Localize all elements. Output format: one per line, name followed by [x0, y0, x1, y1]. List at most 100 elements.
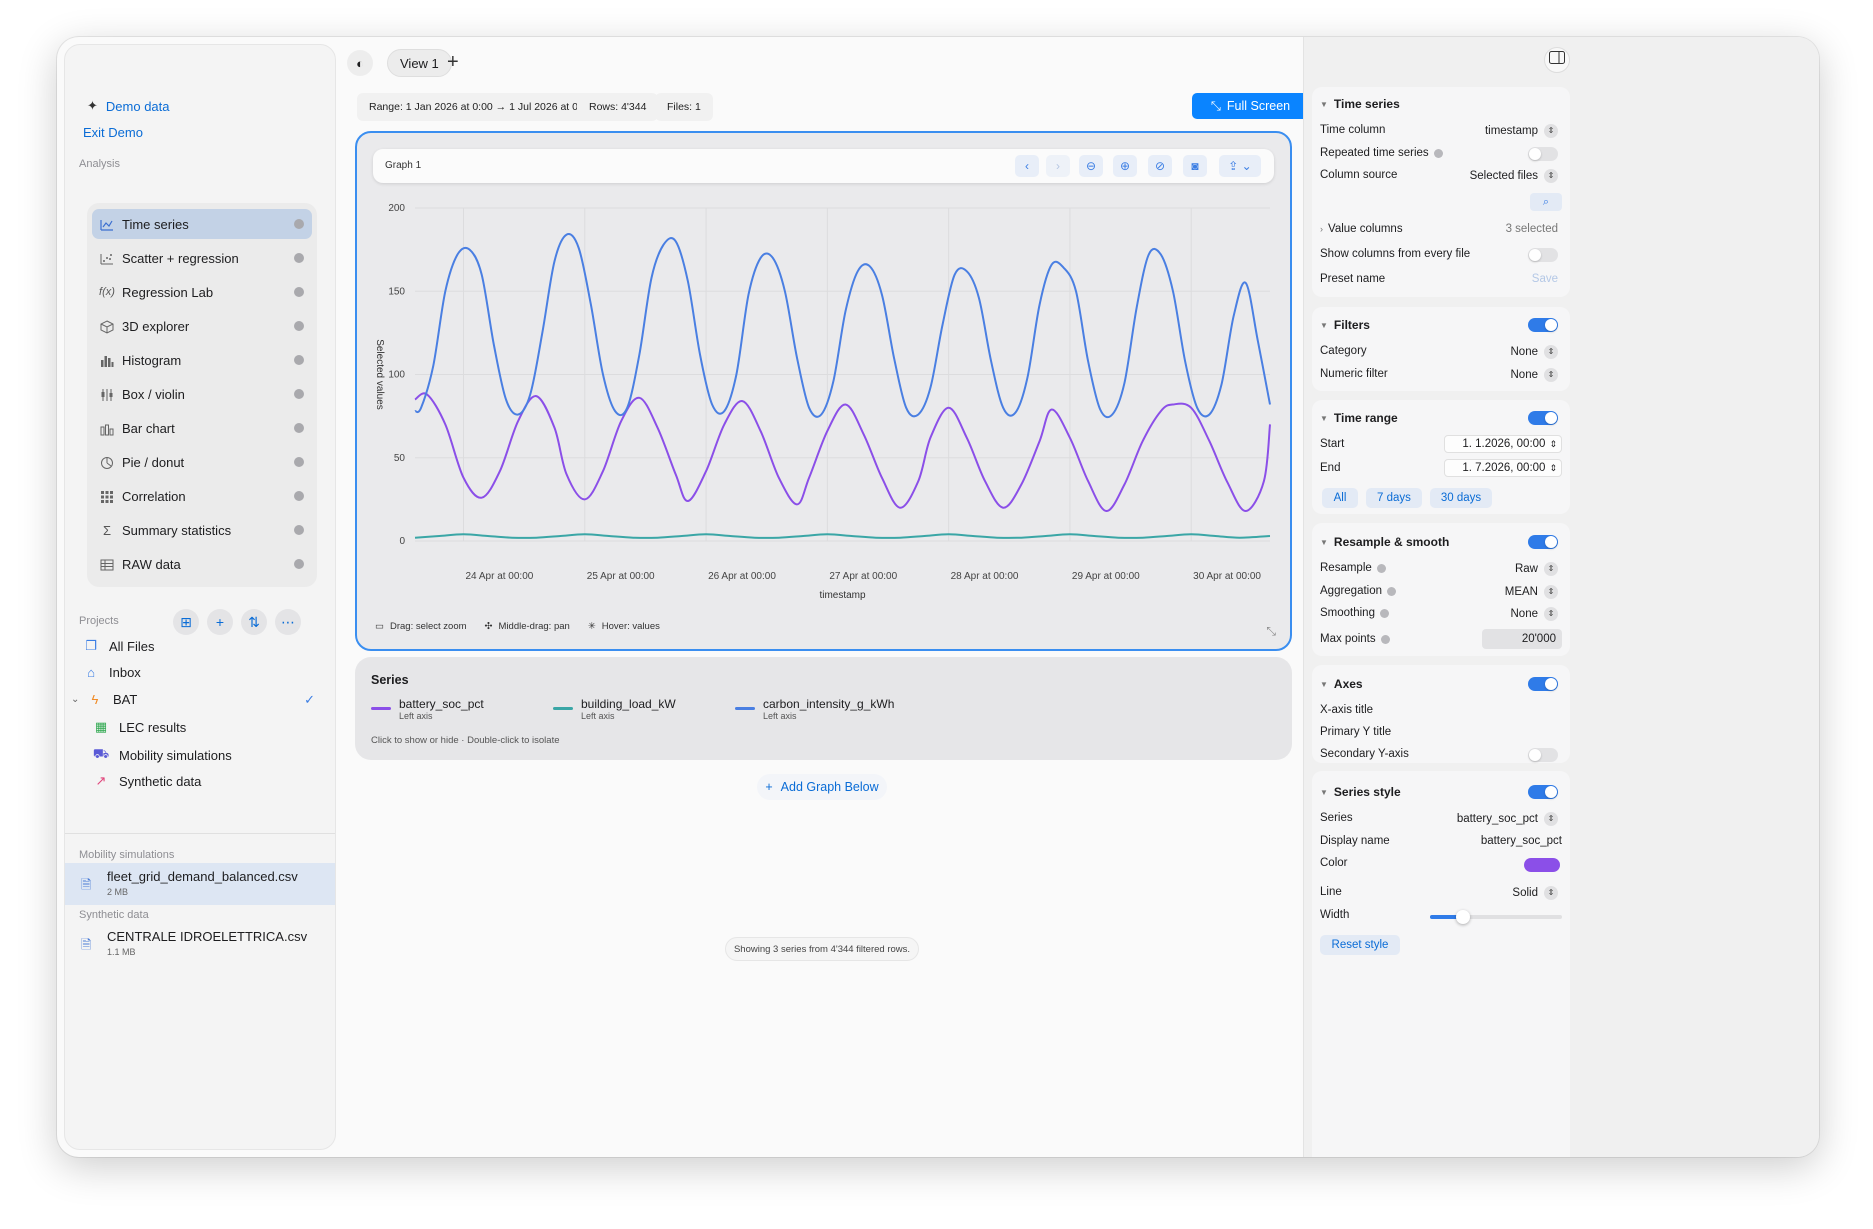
info-icon[interactable]	[294, 457, 304, 467]
project-bat[interactable]: ⌄ ϟ BAT ✓	[71, 692, 323, 708]
value-columns-row[interactable]: › Value columns	[1320, 223, 1403, 235]
width-slider[interactable]	[1430, 910, 1562, 924]
file-item[interactable]: 🗎 CENTRALE IDROELETTRICA.csv 1.1 MB	[65, 923, 335, 965]
save-preset-button[interactable]: Save	[1532, 273, 1558, 285]
share-menu-button[interactable]: ⇪ ⌄	[1219, 155, 1261, 177]
analysis-item-summary-statistics[interactable]: Σ Summary statistics	[92, 515, 312, 545]
aggregation-select[interactable]: MEAN ⇕	[1505, 585, 1558, 599]
project-inbox[interactable]: ⌂ Inbox	[79, 665, 141, 680]
max-points-input[interactable]: 20'000	[1482, 629, 1562, 649]
column-source-select[interactable]: Selected files ⇕	[1470, 169, 1558, 183]
color-picker[interactable]	[1524, 858, 1560, 872]
range-7-days-button[interactable]: 7 days	[1366, 488, 1422, 508]
end-date-field[interactable]: 1. 7.2026, 00:00 ⇕	[1444, 459, 1562, 477]
range-all-button[interactable]: All	[1322, 488, 1358, 508]
legend-item-carbon-intensity[interactable]: carbon_intensity_g_kWh Left axis	[735, 697, 894, 721]
info-icon[interactable]	[1433, 148, 1443, 158]
column-search-button[interactable]: ⌕	[1530, 193, 1562, 211]
exit-demo-link[interactable]: Exit Demo	[83, 125, 143, 140]
resample-select[interactable]: Raw ⇕	[1515, 562, 1558, 576]
appearance-toggle-button[interactable]: ◐	[347, 50, 373, 76]
time-series-chart[interactable]: 0 50 100 150 200 24 Apr at 00:00 25 Apr at 00:…	[357, 193, 1290, 603]
info-icon[interactable]	[1387, 586, 1397, 596]
line-style-select[interactable]: Solid ⇕	[1512, 886, 1558, 900]
analysis-item-scatter[interactable]: Scatter + regression	[92, 243, 312, 273]
add-graph-below-button[interactable]: + Add Graph Below	[757, 774, 887, 800]
analysis-item-correlation[interactable]: Correlation	[92, 481, 312, 511]
repeated-time-series-toggle[interactable]	[1528, 147, 1558, 161]
resample-toggle[interactable]	[1528, 535, 1558, 549]
graph-card[interactable]: Graph 1 ‹ › ⊖ ⊕ ⊘ ◙ ⇪ ⌄ 0 50 100 150 200 24 A…	[355, 131, 1292, 651]
secondary-y-axis-toggle[interactable]	[1528, 748, 1558, 762]
start-date-field[interactable]: 1. 1.2026, 00:00 ⇕	[1444, 435, 1562, 453]
numeric-filter-select[interactable]: None ⇕	[1511, 368, 1558, 382]
legend-item-building-load[interactable]: building_load_kW Left axis	[553, 697, 676, 721]
project-lec-results[interactable]: ▦ LEC results	[89, 719, 186, 735]
info-icon[interactable]	[1379, 608, 1389, 618]
new-folder-button[interactable]: ⊞	[173, 609, 199, 635]
filters-toggle[interactable]	[1528, 318, 1558, 332]
show-columns-toggle[interactable]	[1528, 248, 1558, 262]
reset-style-button[interactable]: Reset style	[1320, 935, 1400, 955]
resample-header[interactable]: ▼ Resample & smooth	[1320, 535, 1449, 549]
zoom-in-button[interactable]: ⊕	[1113, 155, 1137, 177]
slider-knob[interactable]	[1456, 910, 1470, 924]
info-icon[interactable]	[294, 525, 304, 535]
info-icon[interactable]	[294, 355, 304, 365]
add-view-button[interactable]: +	[447, 51, 459, 74]
series-style-header[interactable]: ▼ Series style	[1320, 785, 1401, 799]
demo-data-link[interactable]: ✦ Demo data	[87, 98, 170, 114]
filters-header[interactable]: ▼ Filters	[1320, 318, 1370, 332]
analysis-item-time-series[interactable]: Time series	[92, 209, 312, 239]
file-item[interactable]: 🗎 fleet_grid_demand_balanced.csv 2 MB	[65, 863, 335, 905]
time-series-header[interactable]: ▼ Time series	[1320, 97, 1400, 111]
project-mobility-simulations[interactable]: ⛟ Mobility simulations	[89, 746, 232, 764]
screenshot-button[interactable]: ◙	[1183, 155, 1207, 177]
series-style-toggle[interactable]	[1528, 785, 1558, 799]
info-icon[interactable]	[294, 219, 304, 229]
analysis-item-3d-explorer[interactable]: 3D explorer	[92, 311, 312, 341]
legend-item-battery[interactable]: battery_soc_pct Left axis	[371, 697, 484, 721]
info-icon[interactable]	[294, 287, 304, 297]
reset-zoom-button[interactable]: ⊘	[1148, 155, 1172, 177]
info-icon[interactable]	[294, 321, 304, 331]
plot-area[interactable]: 0 50 100 150 200 24 Apr at 00:00 25 Apr at 00:…	[357, 193, 1290, 603]
axes-header[interactable]: ▼ Axes	[1320, 677, 1363, 691]
forward-button[interactable]: ›	[1046, 155, 1070, 177]
info-icon[interactable]	[294, 491, 304, 501]
view-tab[interactable]: View 1	[387, 49, 452, 77]
zoom-out-button[interactable]: ⊖	[1079, 155, 1103, 177]
time-range-header[interactable]: ▼ Time range	[1320, 411, 1398, 425]
series-select[interactable]: battery_soc_pct ⇕	[1457, 812, 1558, 826]
info-icon[interactable]	[1380, 634, 1390, 644]
axes-toggle[interactable]	[1528, 677, 1558, 691]
sort-button[interactable]: ⇅	[241, 609, 267, 635]
x-axis-title-label[interactable]: X-axis title	[1320, 704, 1373, 716]
category-select[interactable]: None ⇕	[1511, 345, 1558, 359]
analysis-item-histogram[interactable]: Histogram	[92, 345, 312, 375]
primary-y-title-label[interactable]: Primary Y title	[1320, 726, 1391, 738]
more-options-button[interactable]: ⋯	[275, 609, 301, 635]
info-icon[interactable]	[294, 389, 304, 399]
back-button[interactable]: ‹	[1015, 155, 1039, 177]
range-30-days-button[interactable]: 30 days	[1430, 488, 1492, 508]
full-screen-button[interactable]: ⤡ Full Screen	[1192, 93, 1309, 119]
info-icon[interactable]	[294, 423, 304, 433]
analysis-item-box-violin[interactable]: Box / violin	[92, 379, 312, 409]
info-icon[interactable]	[1376, 563, 1386, 573]
info-icon[interactable]	[294, 253, 304, 263]
toggle-panel-button[interactable]	[1544, 47, 1570, 73]
smoothing-select[interactable]: None ⇕	[1511, 607, 1558, 621]
analysis-item-pie-donut[interactable]: Pie / donut	[92, 447, 312, 477]
display-name-input[interactable]: battery_soc_pct	[1481, 835, 1562, 847]
time-range-toggle[interactable]	[1528, 411, 1558, 425]
analysis-item-raw-data[interactable]: RAW data	[92, 549, 312, 579]
analysis-item-bar-chart[interactable]: Bar chart	[92, 413, 312, 443]
analysis-item-regression-lab[interactable]: f(x) Regression Lab	[92, 277, 312, 307]
project-all-files[interactable]: ❐ All Files	[79, 638, 154, 654]
info-icon[interactable]	[294, 559, 304, 569]
resize-handle-icon[interactable]: ⤡	[1266, 624, 1276, 639]
time-column-select[interactable]: timestamp ⇕	[1485, 124, 1558, 138]
add-project-button[interactable]: +	[207, 609, 233, 635]
project-synthetic-data[interactable]: ↗ Synthetic data	[89, 773, 202, 789]
